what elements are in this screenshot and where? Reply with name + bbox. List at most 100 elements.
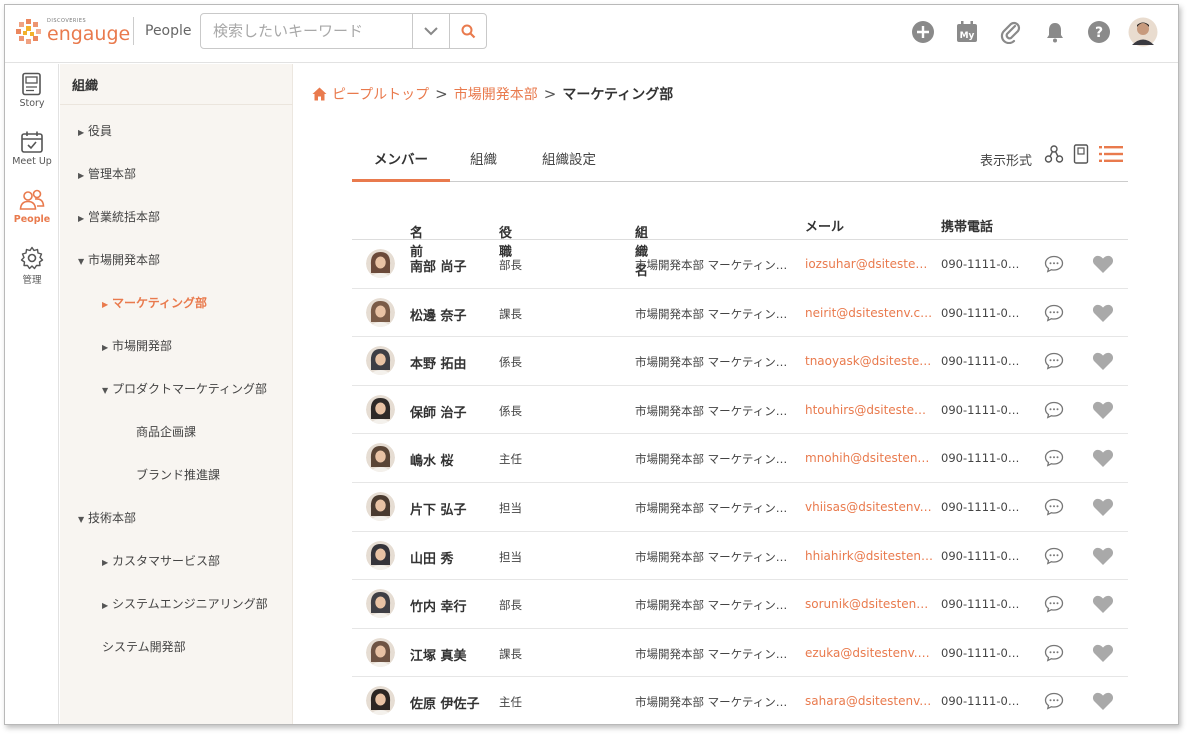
member-name[interactable]: 佐原 伊佐子 [410,693,480,712]
rail-item-story[interactable]: Story [5,72,59,122]
chat-icon[interactable] [1044,595,1064,613]
member-email-link[interactable]: neirit@dsitestenv.co.jp [805,306,937,320]
my-calendar-button[interactable]: My [952,17,982,47]
member-name[interactable]: 本野 拓由 [410,353,467,372]
chat-icon[interactable] [1044,547,1064,565]
tree-node-sales-hq[interactable]: ▶ 営業統括本部 [78,208,160,225]
tab-members[interactable]: メンバー [352,148,450,182]
favorite-heart-icon[interactable] [1092,254,1114,274]
table-row[interactable]: 本野 拓由 係長 市場開発本部 マーケティング部 tnaoyask@dsitesten… [352,337,1128,386]
search-button[interactable] [449,14,486,48]
favorite-heart-icon[interactable] [1092,546,1114,566]
member-avatar[interactable] [366,346,395,376]
member-avatar[interactable] [366,686,395,716]
table-row[interactable]: 嶋水 桜 主任 市場開発本部 マーケティング部 mnohih@dsitestenv.c… [352,434,1128,483]
table-row[interactable]: 片下 弘子 担当 市場開発本部 マーケティング部 vhiisas@dsitestenv… [352,483,1128,532]
favorite-heart-icon[interactable] [1092,643,1114,663]
tree-node-tech-hq[interactable]: ▼ 技術本部 [78,509,136,526]
member-name[interactable]: 保師 治子 [410,402,467,421]
tree-node-marketing[interactable]: ▶ マーケティング部 [102,294,207,311]
breadcrumb-home-link[interactable]: ピープルトップ [332,84,429,104]
member-email-link[interactable]: mnohih@dsitestenv.co.jp [805,451,933,465]
tree-node-customer-service[interactable]: ▶ カスタマサービス部 [102,552,220,569]
member-email-link[interactable]: hhiahirk@dsitestenv.co.jp [805,549,933,563]
tree-node-executives[interactable]: ▶ 役員 [78,122,112,139]
tree-node-market-dev-hq[interactable]: ▼ 市場開発本部 [78,251,160,268]
table-row[interactable]: 竹内 幸行 部長 市場開発本部 マーケティング部 sorunik@dsitestenv… [352,580,1128,629]
favorite-heart-icon[interactable] [1092,448,1114,468]
member-email-link[interactable]: sahara@dsitestenv.co.jp [805,694,933,708]
favorite-heart-icon[interactable] [1092,497,1114,517]
rail-item-admin[interactable]: 管理 [5,246,59,296]
favorite-heart-icon[interactable] [1092,303,1114,323]
chat-icon[interactable] [1044,255,1064,273]
chat-icon[interactable] [1044,401,1064,419]
member-email-link[interactable]: htouhirs@dsitestenv.co.jp [805,403,933,417]
org-chart-icon[interactable] [1044,144,1064,164]
tree-node-admin-hq[interactable]: ▶ 管理本部 [78,165,136,182]
user-avatar[interactable] [1128,17,1158,47]
add-button[interactable] [908,17,938,47]
member-avatar[interactable] [366,249,395,278]
tree-node-label: 商品企画課 [136,425,197,439]
help-button[interactable]: ? [1084,17,1114,47]
notification-button[interactable] [1040,17,1070,47]
attachment-button[interactable] [996,17,1026,47]
chat-icon[interactable] [1044,498,1064,516]
member-email-link[interactable]: tnaoyask@dsitestenv.co.jp [805,354,933,368]
logo[interactable]: DISCOVERIES engauge [15,15,130,53]
chat-icon[interactable] [1044,692,1064,711]
member-title: 部長 [499,258,522,272]
member-avatar[interactable] [366,589,395,619]
tree-node-brand-promotion[interactable]: ブランド推進課 [136,466,220,483]
member-phone: 090-1111-0203 [941,354,1023,369]
table-row[interactable]: 佐原 伊佐子 主任 市場開発本部 マーケティング部 sahara@dsitestenv… [352,677,1128,724]
member-name[interactable]: 松邊 奈子 [410,305,467,324]
member-email-link[interactable]: ezuka@dsitestenv.co.jp [805,646,933,660]
member-email-link[interactable]: sorunik@dsitestenv.co.jp [805,597,933,611]
tree-node-label: 管理本部 [88,167,137,181]
member-name[interactable]: 竹内 幸行 [410,596,467,615]
tree-node-product-marketing[interactable]: ▼ プロダクトマーケティング部 [102,380,267,397]
member-name[interactable]: 南部 尚子 [410,256,467,275]
member-email-link[interactable]: iozsuhar@dsitestenv.co.jp [805,257,933,271]
card-icon[interactable] [1072,144,1090,164]
table-row[interactable]: 松邊 奈子 課長 市場開発本部 マーケティング部 neirit@dsitestenv.… [352,289,1128,338]
search-dropdown-button[interactable] [412,14,449,48]
member-name[interactable]: 片下 弘子 [410,499,467,518]
tab-org-settings[interactable]: 組織設定 [542,148,596,182]
tree-node-product-planning[interactable]: 商品企画課 [136,423,196,440]
favorite-heart-icon[interactable] [1092,594,1114,614]
member-name[interactable]: 江塚 真美 [410,645,467,664]
chat-icon[interactable] [1044,644,1064,662]
tab-organization[interactable]: 組織 [470,148,497,182]
table-row[interactable]: 南部 尚子 部長 市場開発本部 マーケティング部 iozsuhar@dsitesten… [352,240,1128,289]
member-name[interactable]: 嶋水 桜 [410,450,454,469]
rail-item-people[interactable]: People [5,188,59,238]
rail-item-meetup[interactable]: Meet Up [5,130,59,180]
favorite-heart-icon[interactable] [1092,691,1114,711]
tree-node-market-dev[interactable]: ▶ 市場開発部 [102,337,172,354]
list-icon[interactable] [1098,144,1124,164]
member-org: 市場開発本部 マーケティング部 [635,549,790,564]
member-avatar[interactable] [366,443,395,473]
member-avatar[interactable] [366,297,395,327]
chat-icon[interactable] [1044,449,1064,468]
member-avatar[interactable] [366,491,395,521]
favorite-heart-icon[interactable] [1092,351,1114,371]
member-avatar[interactable] [366,637,395,667]
member-email-link[interactable]: vhiisas@dsitestenv.co.jp [805,500,933,514]
breadcrumb-parent-link[interactable]: 市場開発本部 [454,84,538,104]
search-input[interactable] [201,14,412,48]
member-avatar[interactable] [366,540,395,570]
tree-node-system-engineering[interactable]: ▶ システムエンジニアリング部 [102,595,268,612]
chat-icon[interactable] [1044,304,1064,322]
table-row[interactable]: 保師 治子 係長 市場開発本部 マーケティング部 htouhirs@dsitesten… [352,386,1128,435]
table-row[interactable]: 江塚 真美 課長 市場開発本部 マーケティング部 ezuka@dsitestenv.c… [352,629,1128,678]
tree-node-system-dev[interactable]: システム開発部 [102,638,186,655]
table-row[interactable]: 山田 秀 担当 市場開発本部 マーケティング部 hhiahirk@dsitestenv… [352,532,1128,581]
member-avatar[interactable] [366,394,395,424]
favorite-heart-icon[interactable] [1092,400,1114,420]
member-name[interactable]: 山田 秀 [410,548,454,567]
chat-icon[interactable] [1044,352,1064,370]
